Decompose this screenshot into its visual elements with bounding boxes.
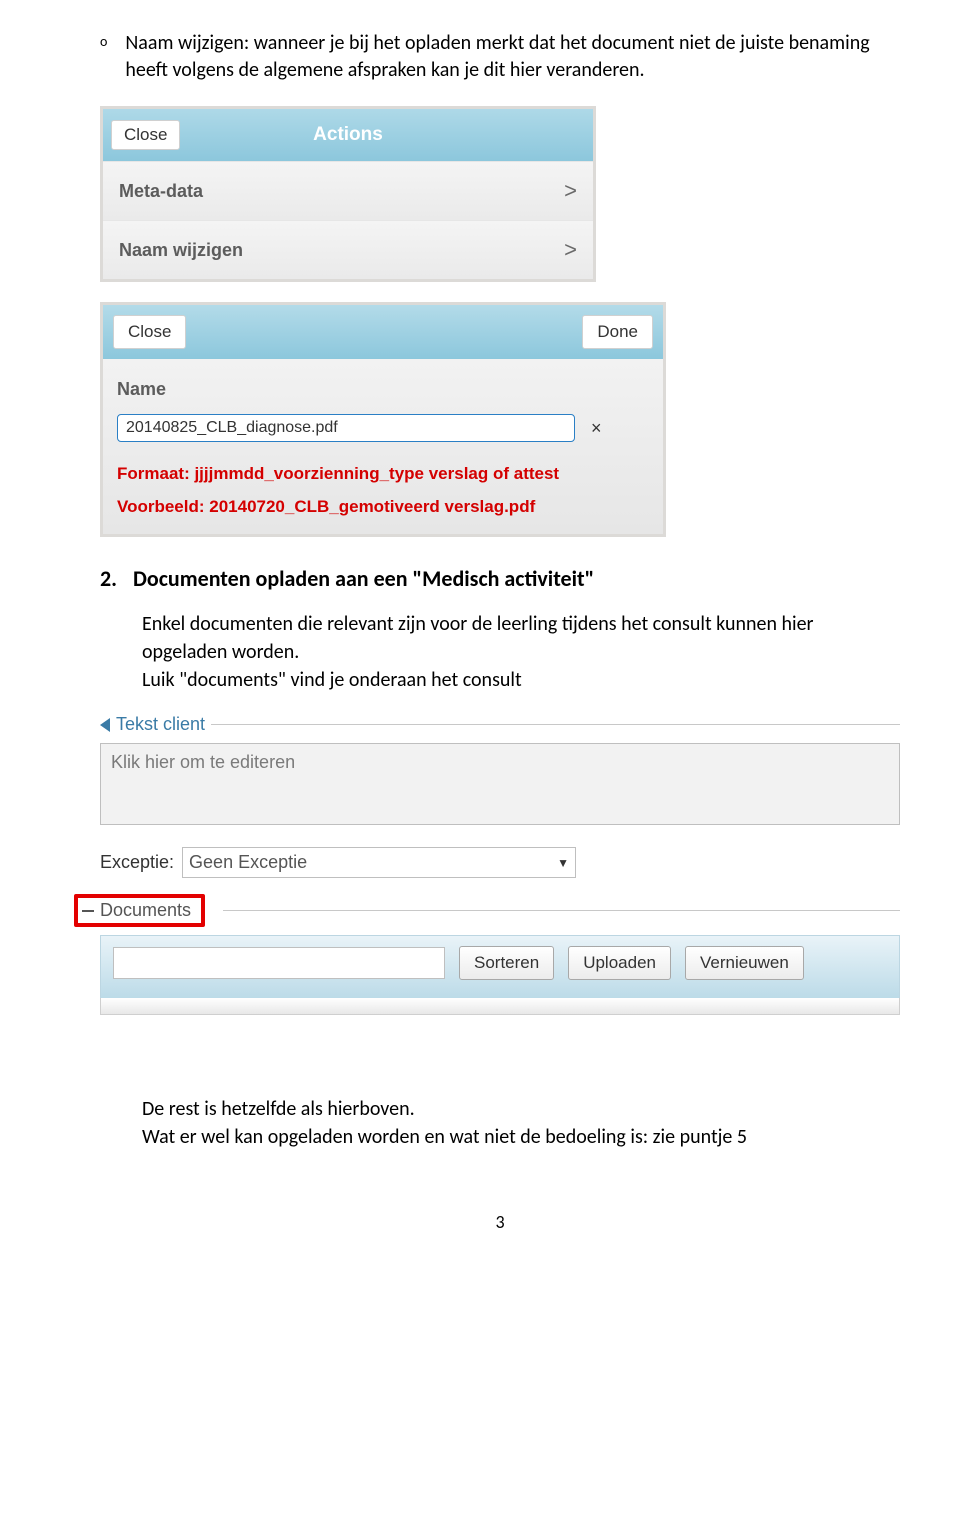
name-field-label: Name [117,369,649,414]
file-path-input[interactable] [113,947,445,979]
footer-line-1: De rest is hetzelfde als hierboven. [142,1095,900,1123]
name-edit-header: Close Done [103,305,663,359]
section-number: 2. [100,565,117,592]
page-number: 3 [100,1211,900,1233]
example-hint: Voorbeeld: 20140720_CLB_gemotiveerd vers… [117,493,649,520]
filename-input[interactable] [117,414,575,442]
footer-line-2: Wat er wel kan opgeladen worden en wat n… [142,1123,900,1151]
section-2-body-1: Enkel documenten die relevant zijn voor … [142,610,900,666]
chevron-right-icon: > [564,237,577,263]
section-title: Documenten opladen aan een "Medisch acti… [133,565,594,592]
documents-section-highlight: Documents [74,894,205,927]
documents-label: Documents [100,900,191,921]
section-2-heading: 2. Documenten opladen aan een "Medisch a… [100,565,900,592]
menu-item-metadata[interactable]: Meta-data > [103,161,593,220]
divider [211,724,900,725]
intro-text: Naam wijzigen: wanneer je bij het oplade… [125,30,900,84]
divider [223,910,900,911]
tekst-client-label: Tekst client [116,714,205,735]
menu-item-label: Naam wijzigen [119,240,243,261]
exceptie-select[interactable]: Geen Exceptie ▼ [182,847,576,878]
sorteren-button[interactable]: Sorteren [459,946,554,980]
minus-icon[interactable] [82,910,94,912]
close-button[interactable]: Close [113,315,186,349]
documents-toolbar: Sorteren Uploaden Vernieuwen [100,935,900,998]
vernieuwen-button[interactable]: Vernieuwen [685,946,804,980]
close-button[interactable]: Close [111,120,180,150]
editor-placeholder: Klik hier om te editeren [111,752,295,772]
clear-input-icon[interactable]: × [585,416,608,441]
exceptie-label: Exceptie: [100,852,174,873]
actions-panel: Close Actions Meta-data > Naam wijzigen … [100,106,596,282]
actions-panel-header: Close Actions [103,109,593,161]
collapse-icon[interactable] [100,718,110,732]
name-edit-panel: Close Done Name × Formaat: jjjjmmdd_voor… [100,302,666,537]
exceptie-value: Geen Exceptie [189,852,307,873]
consult-panel: Tekst client Klik hier om te editeren Ex… [100,714,900,1015]
menu-item-label: Meta-data [119,181,203,202]
intro-list-item: o Naam wijzigen: wanneer je bij het opla… [100,30,900,84]
section-2-body-2: Luik "documents" vind je onderaan het co… [142,666,900,694]
uploaden-button[interactable]: Uploaden [568,946,671,980]
bullet-marker: o [100,30,107,84]
dropdown-arrow-icon: ▼ [557,856,569,870]
chevron-right-icon: > [564,178,577,204]
done-button[interactable]: Done [582,315,653,349]
format-hint: Formaat: jjjjmmdd_voorzienning_type vers… [117,460,649,487]
menu-item-naam-wijzigen[interactable]: Naam wijzigen > [103,220,593,279]
tekst-client-editor[interactable]: Klik hier om te editeren [100,743,900,825]
panel-footer-strip [100,998,900,1015]
